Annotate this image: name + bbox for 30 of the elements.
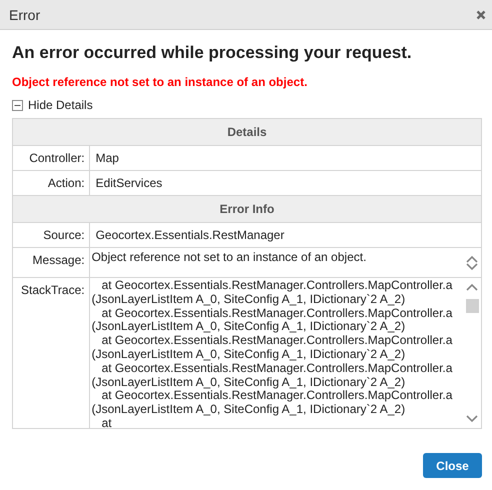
- close-button[interactable]: Close: [423, 453, 482, 478]
- field-label: StackTrace:: [12, 278, 90, 428]
- field-label: Controller:: [12, 146, 90, 170]
- field-label: Message:: [12, 248, 90, 278]
- text-line: at Geocortex.Essentials.RestManager.Controllers.MapController.a: [100, 362, 454, 376]
- text-line: (JsonLayerListItem A_0, SiteConfig A_1, IDictionary`2 A_2): [92, 292, 406, 307]
- text-line: (JsonLayerListItem A_0, SiteConfig A_1, IDictionary`2 A_2): [92, 376, 406, 390]
- text-line: at Geocortex.Essentials.RestManager.Controllers.MapController.a: [100, 334, 454, 348]
- text-line: at Geocortex.Essentials.RestManager.Controllers.MapController.a: [100, 279, 454, 293]
- field-value: Geocortex.Essentials.RestManager: [89, 222, 482, 248]
- text-area[interactable]: Object reference not set to an instance of an object.: [89, 248, 482, 278]
- error-message: Object reference not set to an instance of an object.: [12, 75, 308, 89]
- text-line: at Geocortex.Essentials.RestManager.Controllers.MapController.a: [100, 306, 454, 320]
- text-line: at: [100, 416, 113, 428]
- field-label: Source:: [12, 222, 90, 248]
- details-toggle[interactable]: Hide Details: [12, 98, 93, 112]
- text-line: (JsonLayerListItem A_0, SiteConfig A_1, IDictionary`2 A_2): [92, 348, 406, 362]
- text-line: Object reference not set to an instance of an object.: [92, 250, 368, 264]
- text-line: (JsonLayerListItem A_0, SiteConfig A_1, IDictionary`2 A_2): [92, 403, 406, 417]
- close-icon[interactable]: [476, 10, 486, 20]
- collapse-icon[interactable]: [12, 100, 23, 110]
- toggle-label[interactable]: Hide Details: [28, 98, 93, 112]
- section-header: Error Info: [12, 196, 482, 222]
- section-header: Details: [12, 118, 482, 146]
- text-line: at Geocortex.Essentials.RestManager.Controllers.MapController.a: [102, 389, 454, 404]
- error-heading: An error occurred while processing your request.: [12, 43, 413, 63]
- window-title: Error: [9, 6, 40, 22]
- text-line: (JsonLayerListItem A_0, SiteConfig A_1, IDictionary`2 A_2): [92, 320, 406, 334]
- field-value: Map: [89, 146, 482, 170]
- text-area[interactable]: [89, 278, 482, 428]
